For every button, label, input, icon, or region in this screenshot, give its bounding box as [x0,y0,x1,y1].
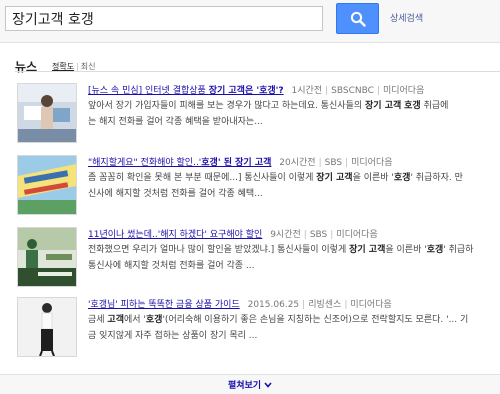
news-meta: 1시간전 | SBSCNBC | 미디어다음 [291,86,425,96]
news-section-title: 뉴스 [15,60,38,74]
news-thumbnail[interactable] [17,83,77,143]
news-result: 11년이나 썼는데..'해지 하겠다' 요구해야 할인 9시간전 | SBS | 미디어… [0,227,500,297]
news-snippet: 전화했으면 우리가 얼마나 많이 할인을 받았겠냐.] 통신사들이 이렇게 장기… [88,245,474,271]
sort-divider: | [76,62,79,71]
news-headline: [뉴스 속 민심] 인터넷 결합상품 장기 고객은 '호갱'? 1시간전 | SBS… [88,83,424,96]
news-snippet: 좀 꼼꼼히 확인을 못해 본 부분 때문에...] 통신사들이 이렇게 장기 고… [88,173,463,199]
news-meta: 9시간전 | SBS | 미디어다음 [270,230,378,240]
news-headline-link[interactable]: '호갱님' 피하는 똑똑한 금융 상품 가이드 [88,300,240,310]
sort-accuracy-link[interactable]: 정확도 [52,62,74,71]
search-bar: 상세검색 [0,0,500,43]
news-headline: 11년이나 썼는데..'해지 하겠다' 요구해야 할인 9시간전 | SBS | 미디어… [88,227,378,240]
expand-more-button[interactable]: 펼쳐보기 [0,374,500,394]
news-meta: 20시간전 | SBS | 미디어다음 [279,158,393,168]
search-input[interactable] [5,6,323,31]
news-headline-link[interactable]: [뉴스 속 민심] 인터넷 결합상품 장기 고객은 '호갱'? [88,86,284,96]
expand-more-label: 펼쳐보기 [227,381,262,391]
news-thumbnail[interactable] [17,155,77,215]
advanced-search-link[interactable]: 상세검색 [390,11,423,24]
news-headline-link[interactable]: 11년이나 썼는데..'해지 하겠다' 요구해야 할인 [88,230,262,240]
news-headline-link[interactable]: "해지할게요" 전화해야 할인..'호갱' 된 장기 고객 [88,158,271,168]
news-result: "해지할게요" 전화해야 할인..'호갱' 된 장기 고객 20시간전 | SBS |… [0,155,500,225]
news-headline: "해지할게요" 전화해야 할인..'호갱' 된 장기 고객 20시간전 | SBS |… [88,155,393,168]
news-result: [뉴스 속 민심] 인터넷 결합상품 장기 고객은 '호갱'? 1시간전 | SBS… [0,83,500,153]
search-icon [350,11,366,27]
news-snippet: 금세 고객에서 '호갱'(어리숙해 이용하기 좋은 손님을 지칭하는 신조어)으… [88,315,469,341]
news-thumbnail[interactable] [17,227,77,287]
sort-latest-link[interactable]: 최신 [81,62,96,71]
news-meta: 2015.06.25 | 리빙센스 | 미디어다음 [247,300,392,310]
chevron-down-icon [264,381,272,388]
news-headline: '호갱님' 피하는 똑똑한 금융 상품 가이드 2015.06.25 | 리빙센스 |… [88,297,392,310]
news-snippet: 앞아서 장기 가입자들이 피해를 보는 경우가 많다고 하는데요. 통신사들의 … [88,101,449,127]
news-result: '호갱님' 피하는 똑똑한 금융 상품 가이드 2015.06.25 | 리빙센스 |… [0,297,500,367]
section-divider [15,71,500,72]
search-button[interactable] [336,3,379,34]
news-thumbnail[interactable] [17,297,77,357]
